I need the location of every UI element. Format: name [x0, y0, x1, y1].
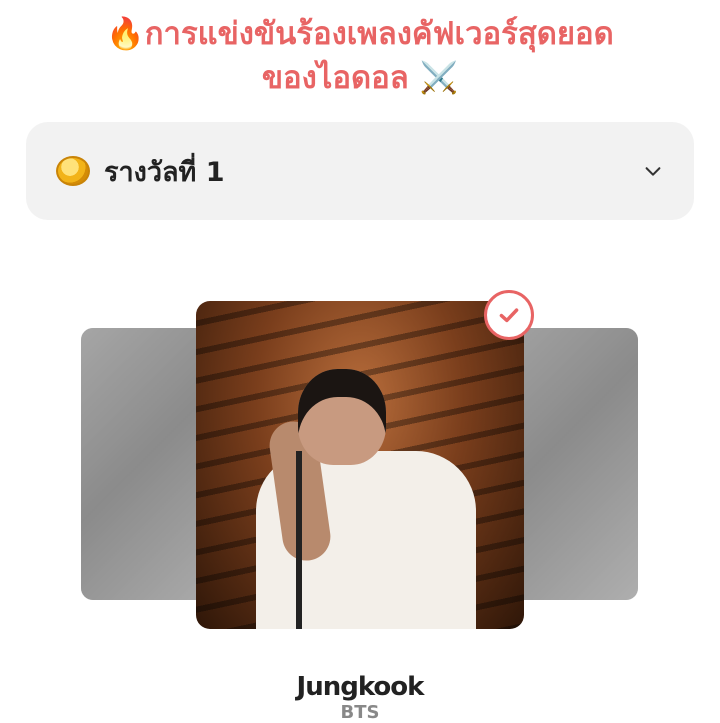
coin-icon	[56, 156, 90, 186]
candidate-name: Jungkook	[296, 672, 425, 702]
chevron-down-icon	[645, 167, 661, 176]
mic-stand	[296, 451, 302, 629]
title-line-1: 🔥การแข่งขันร้องเพลงคัฟเวอร์สุดยอด	[106, 16, 614, 52]
title-line-2: ของไอดอล ⚔️	[261, 60, 459, 96]
checkmark-icon	[484, 290, 534, 340]
award-dropdown[interactable]: รางวัลที่ 1	[26, 122, 694, 220]
candidate-carousel[interactable]	[0, 290, 720, 640]
candidate-group: BTS	[340, 702, 380, 723]
performer-head	[298, 369, 386, 465]
carousel-card-selected[interactable]	[196, 301, 524, 629]
award-label: รางวัลที่ 1	[104, 156, 225, 188]
page-title: 🔥การแข่งขันร้องเพลงคัฟเวอร์สุดยอด ของไอด…	[0, 12, 720, 100]
